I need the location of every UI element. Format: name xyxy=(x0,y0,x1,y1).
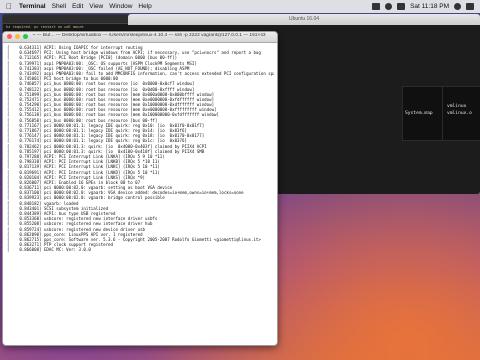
menu-help[interactable]: Help xyxy=(138,3,151,10)
pane-right-text-2: vmlinux.o xyxy=(447,111,472,116)
background-terminal-titlebar[interactable]: Ubuntu 16.04 xyxy=(128,14,480,25)
background-terminal-title: Ubuntu 16.04 xyxy=(288,16,320,22)
terminal-line: [ 0.866008] EDAC MC: Ver: 3.0.0 xyxy=(7,247,91,253)
pane-left-text: System.map xyxy=(405,111,433,116)
apple-menu-icon[interactable]:  xyxy=(6,2,14,11)
battery-icon[interactable] xyxy=(372,3,381,10)
menu-shell[interactable]: Shell xyxy=(52,3,66,10)
notification-center-icon[interactable] xyxy=(466,3,474,10)
small-terminal-titlebar[interactable] xyxy=(3,15,135,24)
terminal-title: ~ — bluf... — Desktop/virtualbox — /User… xyxy=(32,33,266,38)
terminal-scrollbar[interactable] xyxy=(273,44,276,342)
pane-right[interactable]: vmlinux vmlinux.o xyxy=(442,86,480,141)
desktop:  Terminal Shell Edit View Window Help S… xyxy=(0,0,480,360)
menu-bar:  Terminal Shell Edit View Window Help S… xyxy=(0,0,480,13)
minimize-button[interactable] xyxy=(15,34,20,39)
close-button[interactable] xyxy=(7,34,12,39)
volume-icon[interactable] xyxy=(397,3,406,10)
pane-right-text-1: vmlinux xyxy=(447,104,467,109)
spotlight-search-icon[interactable] xyxy=(454,3,461,10)
app-menu-terminal[interactable]: Terminal xyxy=(19,3,46,10)
main-terminal-window[interactable]: ~ — bluf... — Desktop/virtualbox — /User… xyxy=(2,31,278,346)
terminal-titlebar[interactable]: ~ — bluf... — Desktop/virtualbox — /User… xyxy=(3,32,277,43)
tmux-panes: System.map vmlinux vmlinux.o xyxy=(402,86,480,141)
menu-edit[interactable]: Edit xyxy=(72,3,83,10)
menu-window[interactable]: Window xyxy=(109,3,132,10)
pane-left[interactable]: System.map xyxy=(402,86,444,141)
menu-view[interactable]: View xyxy=(89,3,103,10)
menu-clock[interactable]: Sat 11:18 PM xyxy=(410,3,449,10)
wifi-icon[interactable] xyxy=(385,3,393,10)
status-area: Sat 11:18 PM xyxy=(372,3,480,10)
terminal-output[interactable]: [ 0.634311] ACPI: Using IOAPIC for inter… xyxy=(3,43,277,253)
